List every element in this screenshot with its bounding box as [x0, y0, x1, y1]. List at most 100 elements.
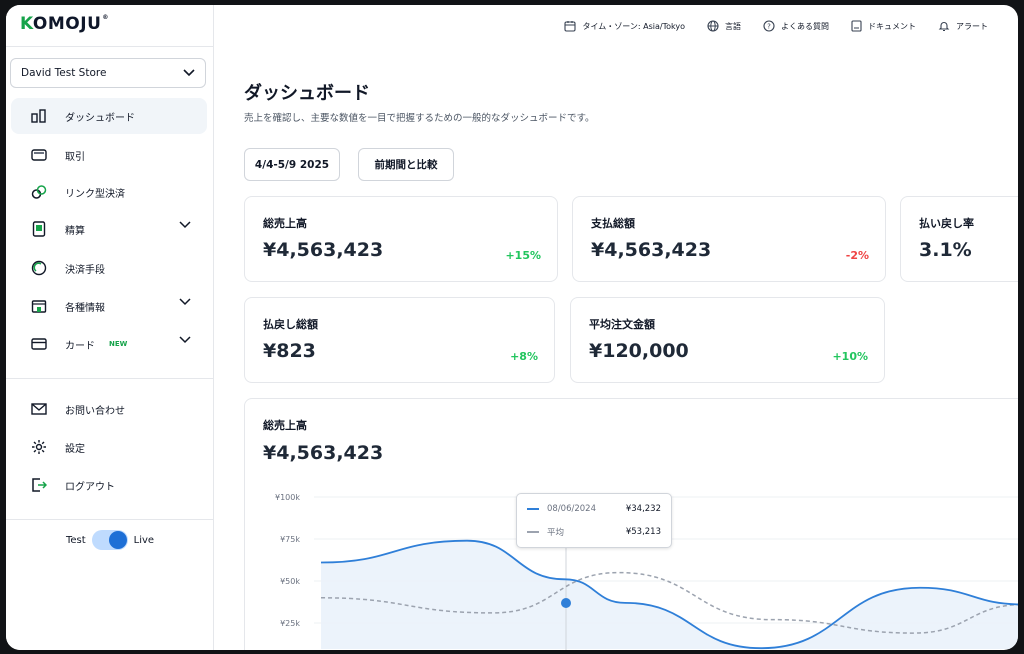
timezone-label: タイム・ゾーン: Asia/Tokyo: [582, 21, 685, 31]
mail-icon: [31, 401, 47, 417]
sidebar-item-settlements[interactable]: 精算: [11, 211, 207, 247]
sidebar-item-contact[interactable]: お問い合わせ: [11, 391, 207, 427]
link-icon: [31, 184, 47, 200]
sidebar: KOMOJU® David Test Store ダッシュボード 取引 リンク型…: [6, 5, 214, 650]
sidebar-item-info[interactable]: 各種情報: [11, 288, 207, 324]
date-range-button[interactable]: 4/4-5/9 2025: [244, 148, 340, 181]
receipt-icon: [31, 221, 47, 237]
sidebar-item-payment-links[interactable]: リンク型決済: [11, 174, 207, 210]
chevron-down-icon: [179, 336, 191, 344]
card-icon: [31, 336, 47, 352]
docs-button[interactable]: ドキュメント: [851, 20, 916, 32]
compare-button[interactable]: 前期間と比較: [358, 148, 454, 181]
logout-icon: [31, 477, 47, 493]
kpi-value: ¥4,563,423: [263, 239, 384, 261]
sidebar-item-logout[interactable]: ログアウト: [11, 467, 207, 503]
sidebar-item-settings[interactable]: 設定: [11, 429, 207, 465]
sidebar-divider: [6, 378, 214, 379]
store-icon: [31, 298, 47, 314]
kpi-value: 3.1%: [919, 239, 972, 261]
chart-title: 総売上高: [263, 419, 307, 432]
sidebar-item-dashboard[interactable]: ダッシュボード: [11, 98, 207, 134]
series-swatch: [527, 508, 539, 510]
sidebar-item-payment-methods[interactable]: 決済手段: [11, 250, 207, 286]
page-title: ダッシュボード: [244, 83, 370, 104]
live-mode-toggle[interactable]: [91, 530, 128, 550]
kpi-value: ¥120,000: [589, 340, 689, 362]
komoju-logo[interactable]: KOMOJU®: [20, 13, 109, 35]
chevron-down-icon: [183, 69, 195, 77]
new-badge: NEW: [109, 340, 128, 348]
gear-icon: [31, 439, 47, 455]
timezone-button[interactable]: タイム・ゾーン: Asia/Tokyo: [564, 20, 685, 32]
kpi-delta: -2%: [845, 249, 869, 262]
kpi-card-gross-sales[interactable]: 総売上高 ¥4,563,423 +15%: [244, 196, 558, 282]
kpi-label: 払い戻し率: [919, 217, 974, 230]
sidebar-item-label: 各種情報: [65, 302, 105, 314]
chart-tooltip: 08/06/2024 ¥34,232 平均 ¥53,213: [516, 493, 672, 548]
language-label: 言語: [725, 21, 741, 31]
wallet-icon: [31, 147, 47, 163]
sidebar-item-label: カード: [65, 340, 95, 352]
top-bar: タイム・ゾーン: Asia/Tokyo 言語 ? よくある質問 ドキュメント ア…: [214, 5, 1018, 47]
tooltip-row-sales: 08/06/2024 ¥34,232: [527, 504, 661, 514]
sidebar-item-label: 精算: [65, 225, 85, 237]
logo-trademark: ®: [102, 14, 109, 21]
mode-toggle-row: Test Live: [6, 530, 214, 550]
sidebar-item-transactions[interactable]: 取引: [11, 137, 207, 173]
docs-label: ドキュメント: [868, 21, 916, 31]
store-select[interactable]: David Test Store: [10, 58, 206, 88]
tooltip-value: ¥34,232: [625, 504, 661, 514]
kpi-delta: +10%: [832, 350, 868, 363]
kpi-card-refund-rate[interactable]: 払い戻し率 3.1%: [900, 196, 1018, 282]
sidebar-item-label: お問い合わせ: [65, 405, 125, 417]
bell-icon: [938, 22, 950, 32]
kpi-label: 平均注文金額: [589, 318, 655, 331]
sidebar-item-label: ダッシュボード: [65, 112, 135, 124]
dashboard-icon: [31, 108, 47, 124]
y-tick-label: ¥50k: [280, 577, 300, 586]
tooltip-average-value: ¥53,213: [625, 527, 661, 537]
sidebar-divider: [6, 46, 214, 47]
kpi-card-avg-order[interactable]: 平均注文金額 ¥120,000 +10%: [570, 297, 885, 383]
alerts-button[interactable]: アラート: [938, 20, 988, 32]
mode-test-label: Test: [65, 534, 86, 546]
kpi-card-refund-total[interactable]: 払戻し総額 ¥823 +8%: [244, 297, 555, 383]
toggle-knob: [108, 531, 127, 549]
language-button[interactable]: 言語: [707, 20, 741, 32]
chevron-down-icon: [179, 221, 191, 229]
y-tick-label: ¥100k: [275, 493, 300, 502]
faq-button[interactable]: ? よくある質問: [763, 20, 829, 32]
logo-letter-k: K: [20, 14, 33, 34]
sidebar-item-label: 決済手段: [65, 264, 105, 276]
sidebar-item-label: リンク型決済: [65, 188, 125, 200]
kpi-value: ¥4,563,423: [591, 239, 712, 261]
tooltip-average-label: 平均: [547, 528, 565, 538]
alerts-label: アラート: [956, 21, 988, 31]
kpi-delta: +8%: [510, 350, 538, 363]
kpi-card-payouts[interactable]: 支払総額 ¥4,563,423 -2%: [572, 196, 886, 282]
tooltip-row-average: 平均 ¥53,213: [527, 526, 661, 538]
kpi-label: 払戻し総額: [263, 318, 318, 331]
svg-text:?: ?: [767, 23, 771, 31]
payment-method-icon: [31, 260, 47, 276]
kpi-label: 総売上高: [263, 217, 307, 230]
document-icon: [851, 20, 862, 32]
tooltip-date: 08/06/2024: [547, 504, 596, 514]
sidebar-item-cards[interactable]: カード NEW: [11, 326, 207, 362]
chart-total: ¥4,563,423: [263, 442, 384, 464]
calendar-icon: [564, 21, 577, 32]
average-swatch: [527, 531, 539, 533]
kpi-delta: +15%: [505, 249, 541, 262]
sidebar-item-label: 取引: [65, 151, 85, 163]
sidebar-divider: [6, 519, 214, 520]
hovered-data-point: [561, 598, 571, 608]
faq-label: よくある質問: [781, 21, 829, 31]
sidebar-item-label: ログアウト: [65, 481, 115, 493]
kpi-value: ¥823: [263, 340, 316, 362]
store-select-value: David Test Store: [21, 67, 107, 79]
help-icon: ?: [763, 20, 775, 32]
mode-live-label: Live: [133, 534, 155, 546]
app-window: KOMOJU® David Test Store ダッシュボード 取引 リンク型…: [6, 5, 1018, 650]
page-subtitle: 売上を確認し、主要な数値を一目で把握するための一般的なダッシュボードです。: [244, 113, 595, 124]
